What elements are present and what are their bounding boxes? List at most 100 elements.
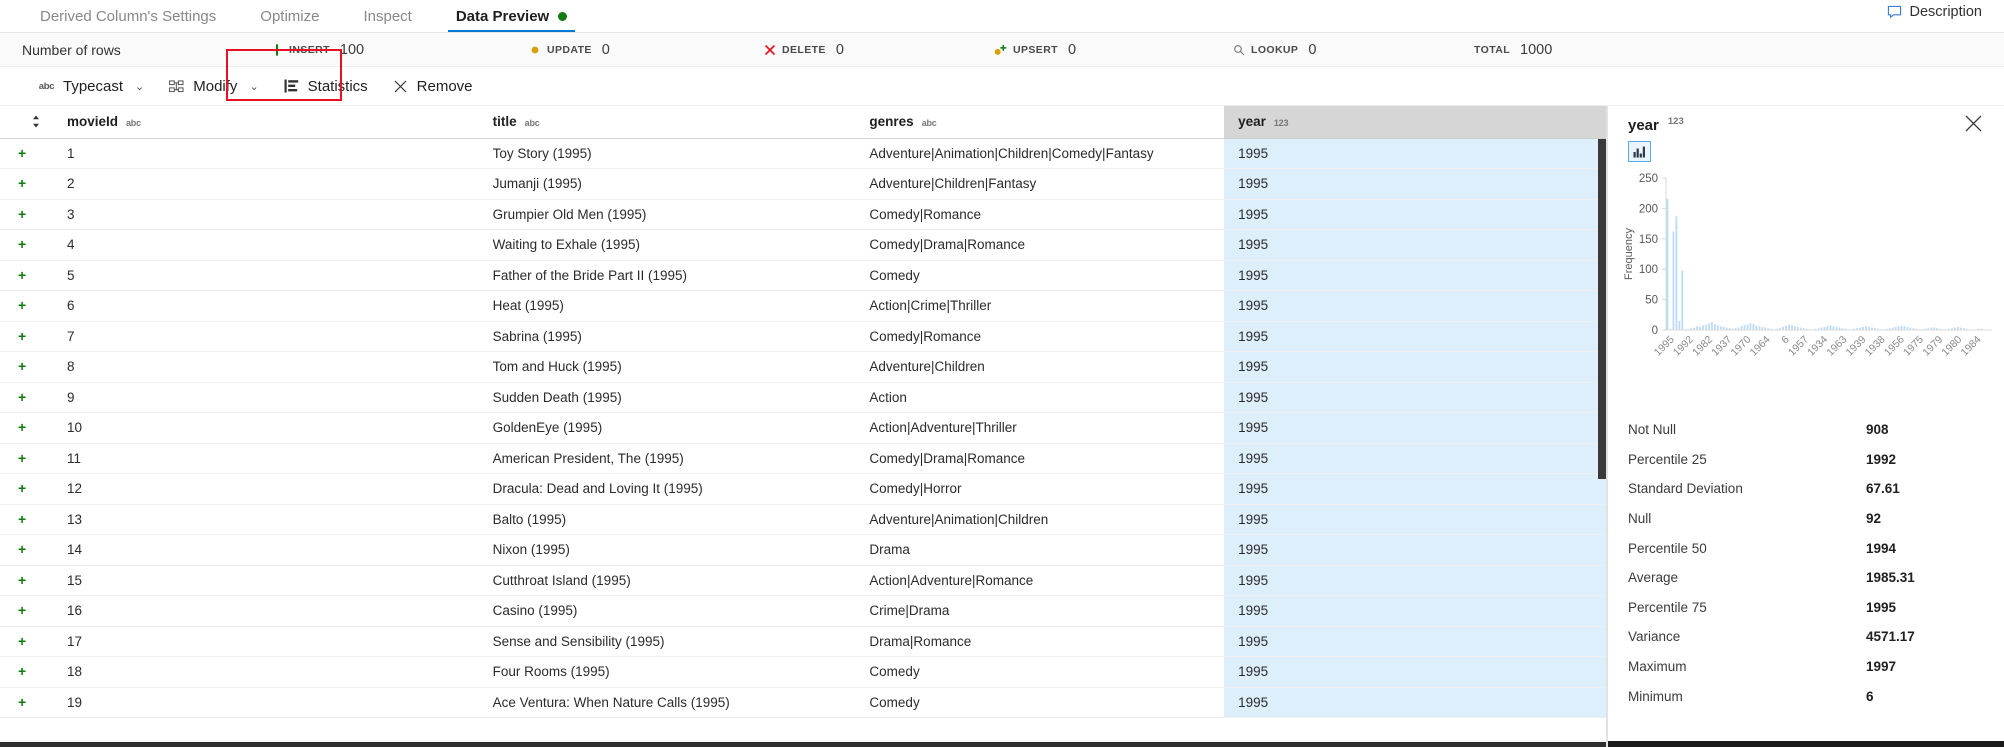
expand-plus-icon[interactable]: + <box>14 663 26 679</box>
expand-plus-icon[interactable]: + <box>14 572 26 588</box>
row-expand-cell[interactable]: + <box>0 229 53 261</box>
table-row[interactable]: +19 Ace Ventura: When Nature Calls (1995)… <box>0 687 1606 718</box>
stat-row: Minimum 6 <box>1628 681 1982 711</box>
row-expand-cell[interactable]: + <box>0 199 53 230</box>
table-row[interactable]: +1 Toy Story (1995) Adventure|Animation|Ch… <box>0 138 1606 169</box>
expand-plus-icon[interactable]: + <box>14 450 26 466</box>
column-header-title[interactable]: title abc <box>478 106 856 139</box>
expand-plus-icon[interactable]: + <box>14 175 26 191</box>
horizontal-scrollbar[interactable] <box>0 742 1606 747</box>
expand-plus-icon[interactable]: + <box>14 633 26 649</box>
expand-plus-icon[interactable]: + <box>14 694 26 710</box>
cell-movieid: 8 <box>52 351 479 383</box>
expand-plus-icon[interactable]: + <box>14 602 26 618</box>
svg-text:1979: 1979 <box>1920 334 1945 359</box>
expand-plus-icon[interactable]: + <box>14 419 26 435</box>
cell-movieid: 16 <box>52 595 479 627</box>
table-row[interactable]: +7 Sabrina (1995) Comedy|Romance 1995 <box>0 321 1606 352</box>
table-row[interactable]: +14 Nixon (1995) Drama 1995 <box>0 534 1606 566</box>
description-button[interactable]: Description <box>1887 4 1982 20</box>
tab-optimize[interactable]: Optimize <box>238 0 341 32</box>
row-expand-cell[interactable]: + <box>0 412 53 444</box>
row-expand-cell[interactable]: + <box>0 351 53 383</box>
panel-title: year <box>1628 117 1659 134</box>
row-expand-cell[interactable]: + <box>0 595 53 627</box>
table-row[interactable]: +8 Tom and Huck (1995) Adventure|Children 1… <box>0 351 1606 383</box>
row-expand-cell[interactable]: + <box>0 168 53 200</box>
row-expand-cell[interactable]: + <box>0 290 53 322</box>
cell-year: 1995 <box>1224 534 1606 566</box>
tab-bar: Derived Column's Settings Optimize Inspe… <box>0 0 2004 33</box>
column-header-year[interactable]: year 123 <box>1224 106 1606 139</box>
cell-title: Balto (1995) <box>478 504 856 535</box>
row-expand-cell[interactable]: + <box>0 138 53 169</box>
tab-data-preview[interactable]: Data Preview <box>434 0 589 32</box>
tab-label: Data Preview <box>455 7 550 25</box>
table-row[interactable]: +6 Heat (1995) Action|Crime|Thriller 1995 <box>0 290 1606 322</box>
expand-plus-icon[interactable]: + <box>14 389 26 405</box>
svg-text:50: 50 <box>1645 295 1658 307</box>
table-row[interactable]: +13 Balto (1995) Adventure|Animation|Child… <box>0 504 1606 535</box>
row-expand-cell[interactable]: + <box>0 534 53 566</box>
table-row[interactable]: +10 GoldenEye (1995) Action|Adventure|Thri… <box>0 412 1606 444</box>
histogram-svg: 0 50 100 150 200 250 Frequency 1995199219821937… <box>1623 173 1992 359</box>
table-row[interactable]: +11 American President, The (1995) Comedy|… <box>0 443 1606 474</box>
row-expand-cell[interactable]: + <box>0 565 53 596</box>
expand-plus-icon[interactable]: + <box>14 511 26 527</box>
tab-derived-column-settings[interactable]: Derived Column's Settings <box>18 0 238 32</box>
column-header-movieid[interactable]: movieId abc <box>52 106 479 139</box>
row-expand-cell[interactable]: + <box>0 626 53 657</box>
tab-inspect[interactable]: Inspect <box>341 0 433 32</box>
table-row[interactable]: +17 Sense and Sensibility (1995) Drama|Rom… <box>0 626 1606 657</box>
close-icon[interactable] <box>1962 112 1984 134</box>
row-expand-cell[interactable]: + <box>0 473 53 505</box>
panel-bottom-bar <box>1608 741 2004 747</box>
table-row[interactable]: +2 Jumanji (1995) Adventure|Children|Fanta… <box>0 168 1606 200</box>
cell-title: Toy Story (1995) <box>478 138 856 169</box>
vertical-scrollbar[interactable] <box>1598 139 1606 479</box>
row-expand-cell[interactable]: + <box>0 260 53 291</box>
svg-text:200: 200 <box>1639 203 1658 215</box>
cell-movieid: 17 <box>52 626 479 657</box>
stat-row: Null 92 <box>1628 504 1982 534</box>
expand-plus-icon[interactable]: + <box>14 480 26 496</box>
row-expand-cell[interactable]: + <box>0 504 53 535</box>
expand-plus-icon[interactable]: + <box>14 541 26 557</box>
remove-button[interactable]: Remove <box>380 74 485 99</box>
cell-movieid: 11 <box>52 443 479 474</box>
expand-plus-icon[interactable]: + <box>14 206 26 222</box>
table-row[interactable]: +12 Dracula: Dead and Loving It (1995) Com… <box>0 473 1606 505</box>
column-header-genres[interactable]: genres abc <box>855 106 1225 139</box>
row-expand-cell[interactable]: + <box>0 443 53 474</box>
table-row[interactable]: +16 Casino (1995) Crime|Drama 1995 <box>0 595 1606 627</box>
table-row[interactable]: +18 Four Rooms (1995) Comedy 1995 <box>0 656 1606 688</box>
expand-plus-icon[interactable]: + <box>14 297 26 313</box>
table-row[interactable]: +5 Father of the Bride Part II (1995) Come… <box>0 260 1606 291</box>
cell-genres: Comedy <box>855 656 1225 688</box>
row-expand-cell[interactable]: + <box>0 382 53 413</box>
row-expand-cell[interactable]: + <box>0 321 53 352</box>
modify-button[interactable]: Modify ⌄ <box>156 74 270 99</box>
typecast-button[interactable]: abc Typecast ⌄ <box>26 74 156 99</box>
expand-plus-icon[interactable]: + <box>14 236 26 252</box>
table-row[interactable]: +4 Waiting to Exhale (1995) Comedy|Drama|R… <box>0 229 1606 261</box>
expand-plus-icon[interactable]: + <box>14 328 26 344</box>
bar-chart-icon[interactable] <box>1628 141 1651 162</box>
svg-text:1938: 1938 <box>1863 334 1888 359</box>
row-expand-cell[interactable]: + <box>0 656 53 688</box>
metric-name: INSERT <box>289 43 330 56</box>
expand-plus-icon[interactable]: + <box>14 358 26 374</box>
cell-title: Waiting to Exhale (1995) <box>478 229 856 261</box>
table-row[interactable]: +9 Sudden Death (1995) Action 1995 <box>0 382 1606 413</box>
svg-text:Frequency: Frequency <box>1623 228 1635 280</box>
row-expand-cell[interactable]: + <box>0 687 53 718</box>
grid-toolbar: abc Typecast ⌄ Modify ⌄ Statistics Remov… <box>0 49 2004 106</box>
expand-plus-icon[interactable]: + <box>14 145 26 161</box>
cell-year: 1995 <box>1224 290 1606 322</box>
table-row[interactable]: +3 Grumpier Old Men (1995) Comedy|Romance 1… <box>0 199 1606 230</box>
statistics-button[interactable]: Statistics <box>271 74 380 99</box>
table-row[interactable]: +15 Cutthroat Island (1995) Action|Adventu… <box>0 565 1606 596</box>
column-header-expand[interactable] <box>0 106 53 139</box>
cell-genres: Action|Crime|Thriller <box>855 290 1225 322</box>
expand-plus-icon[interactable]: + <box>14 267 26 283</box>
